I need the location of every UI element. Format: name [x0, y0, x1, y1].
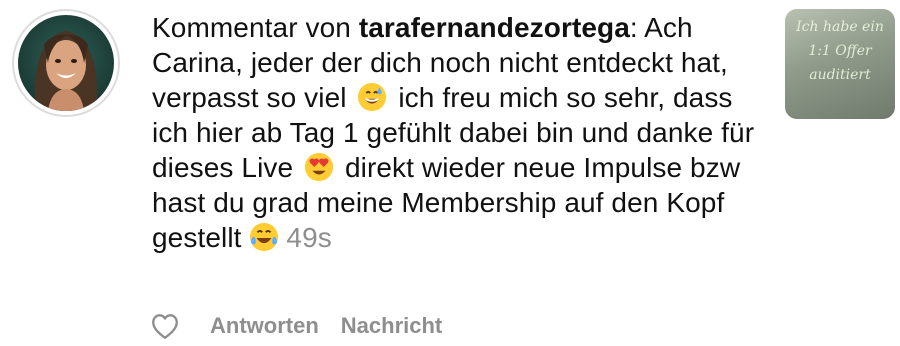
- thumbnail-line: auditiert: [809, 67, 871, 83]
- post-thumbnail[interactable]: Ich habe ein 1:1 Offer auditiert: [785, 9, 895, 119]
- comment-username[interactable]: tarafernandezortega: [359, 12, 630, 43]
- comment-prefix: Kommentar von: [152, 12, 359, 43]
- thumbnail-line: Ich habe ein: [796, 19, 884, 35]
- message-button[interactable]: Nachricht: [341, 313, 442, 339]
- heart-icon[interactable]: [150, 312, 180, 340]
- heart-eyes-emoji: [305, 152, 334, 182]
- comment-actions: Antworten Nachricht: [150, 312, 464, 340]
- thumbnail-line: 1:1 Offer: [808, 43, 872, 59]
- grinning-sweat-emoji: [358, 82, 387, 112]
- comment-text: Kommentar von tarafernandezortega: Ach C…: [152, 10, 772, 255]
- avatar-photo: [18, 15, 114, 111]
- comment-timestamp: 49s: [286, 222, 332, 253]
- reply-button[interactable]: Antworten: [210, 313, 319, 339]
- avatar[interactable]: [12, 9, 120, 117]
- tears-of-joy-emoji: [250, 222, 279, 252]
- thumbnail-caption: Ich habe ein 1:1 Offer auditiert: [785, 15, 895, 87]
